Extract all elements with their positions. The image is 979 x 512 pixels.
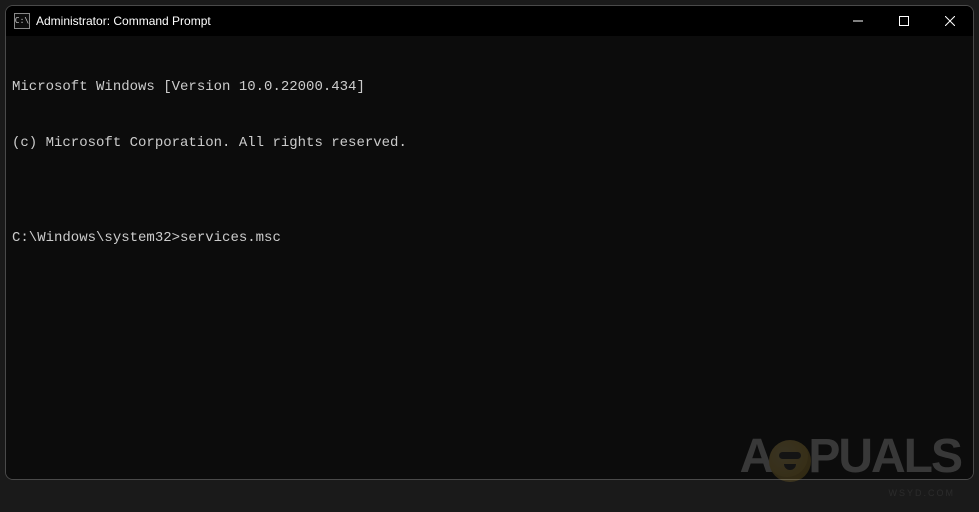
cmd-icon: C:\ xyxy=(14,13,30,29)
typed-command: services.msc xyxy=(180,229,281,248)
titlebar[interactable]: C:\ Administrator: Command Prompt xyxy=(6,6,973,36)
window-title: Administrator: Command Prompt xyxy=(36,14,835,28)
prompt-line: C:\Windows\system32>services.msc xyxy=(12,229,967,248)
version-line: Microsoft Windows [Version 10.0.22000.43… xyxy=(12,78,967,97)
close-button[interactable] xyxy=(927,6,973,36)
minimize-icon xyxy=(853,16,863,26)
window-controls xyxy=(835,6,973,36)
maximize-button[interactable] xyxy=(881,6,927,36)
prompt-path: C:\Windows\system32> xyxy=(12,229,180,248)
close-icon xyxy=(945,16,955,26)
command-prompt-window: C:\ Administrator: Command Prompt Micros… xyxy=(5,5,974,480)
terminal-output[interactable]: Microsoft Windows [Version 10.0.22000.43… xyxy=(6,36,973,479)
maximize-icon xyxy=(899,16,909,26)
watermark-subtext: WSYD.COM xyxy=(889,488,956,498)
minimize-button[interactable] xyxy=(835,6,881,36)
copyright-line: (c) Microsoft Corporation. All rights re… xyxy=(12,134,967,153)
